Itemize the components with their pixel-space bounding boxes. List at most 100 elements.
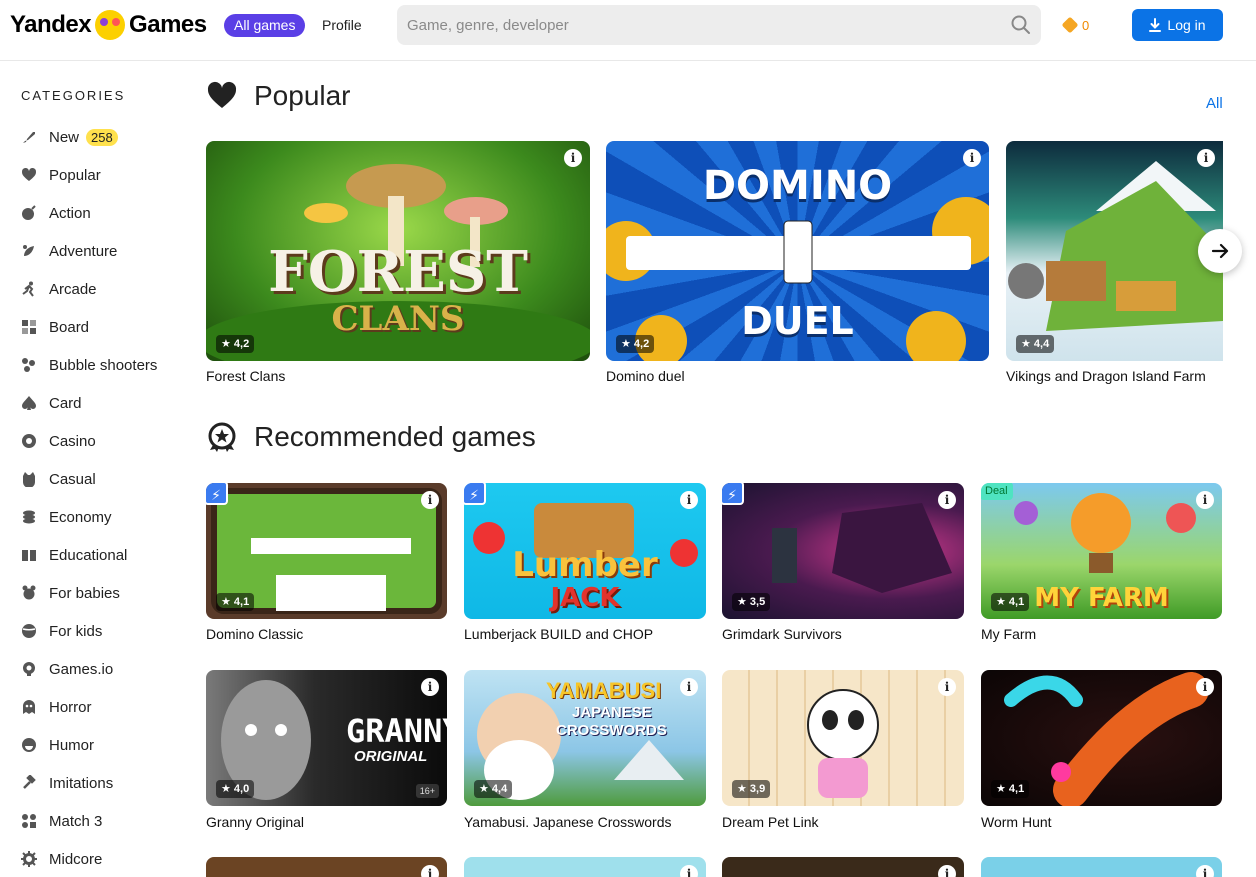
coins-balance[interactable]: 0: [1061, 16, 1089, 34]
sidebar-item-action[interactable]: Action: [21, 201, 91, 225]
sidebar-item-horror[interactable]: Horror: [21, 695, 92, 719]
sidebar-item-adventure[interactable]: Adventure: [21, 239, 117, 263]
game-title[interactable]: Dream Pet Link: [722, 814, 818, 830]
popular-title: Popular: [254, 80, 351, 111]
sidebar-item-for-babies[interactable]: For babies: [21, 581, 120, 605]
rocket-icon: [21, 129, 37, 145]
info-icon[interactable]: i: [680, 865, 698, 877]
sidebar-item-board[interactable]: Board: [21, 315, 89, 339]
search-bar: [397, 5, 1041, 45]
game-card-partial[interactable]: i: [206, 857, 447, 877]
game-title[interactable]: My Farm: [981, 626, 1036, 642]
sidebar-item-casino[interactable]: Casino: [21, 429, 96, 453]
info-icon[interactable]: i: [421, 491, 439, 509]
ball-icon: [21, 623, 37, 639]
game-card-dream-pet-link[interactable]: i ★ 3,9: [722, 670, 964, 806]
game-card-worm-hunt[interactable]: i ★ 4,1: [981, 670, 1222, 806]
game-title[interactable]: Domino duel: [606, 368, 685, 384]
yandex-games-logo[interactable]: Yandex Games: [10, 9, 207, 41]
domino-duel-logo-line2: DUEL: [741, 299, 854, 343]
game-title[interactable]: Granny Original: [206, 814, 304, 830]
sidebar-item-bubble-shooters[interactable]: Bubble shooters: [21, 353, 157, 377]
game-title[interactable]: Lumberjack BUILD and CHOP: [464, 626, 653, 642]
info-icon[interactable]: i: [421, 678, 439, 696]
info-icon[interactable]: i: [938, 678, 956, 696]
popular-all-link[interactable]: All: [1206, 95, 1223, 112]
sidebar-item-card[interactable]: Card: [21, 391, 82, 415]
spade-icon: [21, 395, 37, 411]
arrow-right-icon: [1211, 243, 1229, 259]
game-title[interactable]: Yamabusi. Japanese Crosswords: [464, 814, 672, 830]
game-title[interactable]: Worm Hunt: [981, 814, 1052, 830]
login-button[interactable]: Log in: [1132, 9, 1223, 41]
rating-badge: ★ 4,0: [216, 780, 255, 798]
yamabusi-logo-line1: YAMABUSI: [546, 678, 662, 703]
logo-text-yandex: Yandex: [10, 11, 92, 38]
search-input[interactable]: [407, 5, 997, 45]
granny-logo-line1: GRANNY: [346, 712, 447, 750]
sidebar-item-popular[interactable]: Popular: [21, 163, 101, 187]
sidebar-item-label: Imitations: [49, 774, 114, 792]
game-card-vikings[interactable]: i ★ 4,4: [1006, 141, 1223, 361]
game-card-lumberjack[interactable]: Lumber JACK ⚡ i: [464, 483, 706, 619]
sidebar-item-economy[interactable]: Economy: [21, 505, 112, 529]
io-icon: [21, 661, 37, 677]
match3-icon: [21, 813, 37, 829]
search-icon[interactable]: [1011, 15, 1031, 35]
bubbles-icon: [21, 357, 37, 373]
sidebar-item-label: Arcade: [49, 280, 97, 298]
sidebar-item-label: Adventure: [49, 242, 118, 260]
sidebar-item-match-3[interactable]: Match 3: [21, 809, 102, 833]
bolt-icon: ⚡: [206, 483, 228, 505]
info-icon[interactable]: i: [564, 149, 582, 167]
info-icon[interactable]: i: [938, 865, 956, 877]
info-icon[interactable]: i: [1196, 865, 1214, 877]
granny-logo-line2: ORIGINAL: [354, 748, 428, 765]
sidebar-item-imitations[interactable]: Imitations: [21, 771, 113, 795]
game-card-forest-clans[interactable]: FOREST CLANS i ★ 4,2: [206, 141, 590, 361]
forest-clans-logo-line1: FOREST: [268, 239, 528, 305]
game-card-grimdark-survivors[interactable]: ⚡ i ★ 3,5: [722, 483, 964, 619]
rating-badge: ★ 4,1: [216, 593, 255, 611]
game-card-granny-original[interactable]: GRANNY ORIGINAL i ★ 4,0 16+: [206, 670, 447, 806]
info-icon[interactable]: i: [938, 491, 956, 509]
sidebar-item-humor[interactable]: Humor: [21, 733, 94, 757]
game-title[interactable]: Domino Classic: [206, 626, 303, 642]
sidebar-item-games-io[interactable]: Games.io: [21, 657, 113, 681]
header: Yandex Games All games Profile 0 Log in: [0, 0, 1256, 61]
info-icon[interactable]: i: [421, 865, 439, 877]
game-card-partial[interactable]: i: [464, 857, 706, 877]
sidebar-item-midcore[interactable]: Midcore: [21, 847, 102, 871]
info-icon[interactable]: i: [680, 491, 698, 509]
game-title[interactable]: Grimdark Survivors: [722, 626, 842, 642]
info-icon[interactable]: i: [1197, 149, 1215, 167]
game-card-yamabusi[interactable]: YAMABUSI JAPANESE CROSSWORDS i ★ 4,4: [464, 670, 706, 806]
runner-icon: [21, 281, 37, 297]
game-card-partial[interactable]: i: [722, 857, 964, 877]
info-icon[interactable]: i: [1196, 678, 1214, 696]
game-title[interactable]: Vikings and Dragon Island Farm: [1006, 368, 1206, 384]
game-title[interactable]: Forest Clans: [206, 368, 285, 384]
sidebar-item-arcade[interactable]: Arcade: [21, 277, 97, 301]
carousel-next-button[interactable]: [1198, 229, 1242, 273]
sidebar-item-label: For babies: [49, 584, 120, 602]
deal-badge: Deal: [981, 483, 1013, 500]
info-icon[interactable]: i: [963, 149, 981, 167]
nav-profile[interactable]: Profile: [322, 17, 362, 33]
heart-icon: [207, 81, 237, 108]
age-rating-badge: 16+: [415, 784, 439, 798]
sidebar-item-casual[interactable]: Casual: [21, 467, 96, 491]
game-card-my-farm[interactable]: MY FARM Deal i ★ 4,1: [981, 483, 1222, 619]
rating-badge: ★ 4,2: [216, 335, 255, 353]
game-card-partial[interactable]: i: [981, 857, 1222, 877]
sidebar-item-for-kids[interactable]: For kids: [21, 619, 102, 643]
info-icon[interactable]: i: [1196, 491, 1214, 509]
sidebar-item-educational[interactable]: Educational: [21, 543, 127, 567]
game-card-domino-duel[interactable]: DOMINO DUEL i ★ 4,2: [606, 141, 989, 361]
game-card-domino-classic[interactable]: ⚡ i ★ 4,1: [206, 483, 447, 619]
nav-all-games[interactable]: All games: [224, 14, 306, 37]
info-icon[interactable]: i: [680, 678, 698, 696]
sidebar-item-label: Midcore: [49, 850, 103, 868]
rating-badge: ★ 3,9: [732, 780, 771, 798]
sidebar-item-new[interactable]: New 258: [21, 125, 118, 149]
